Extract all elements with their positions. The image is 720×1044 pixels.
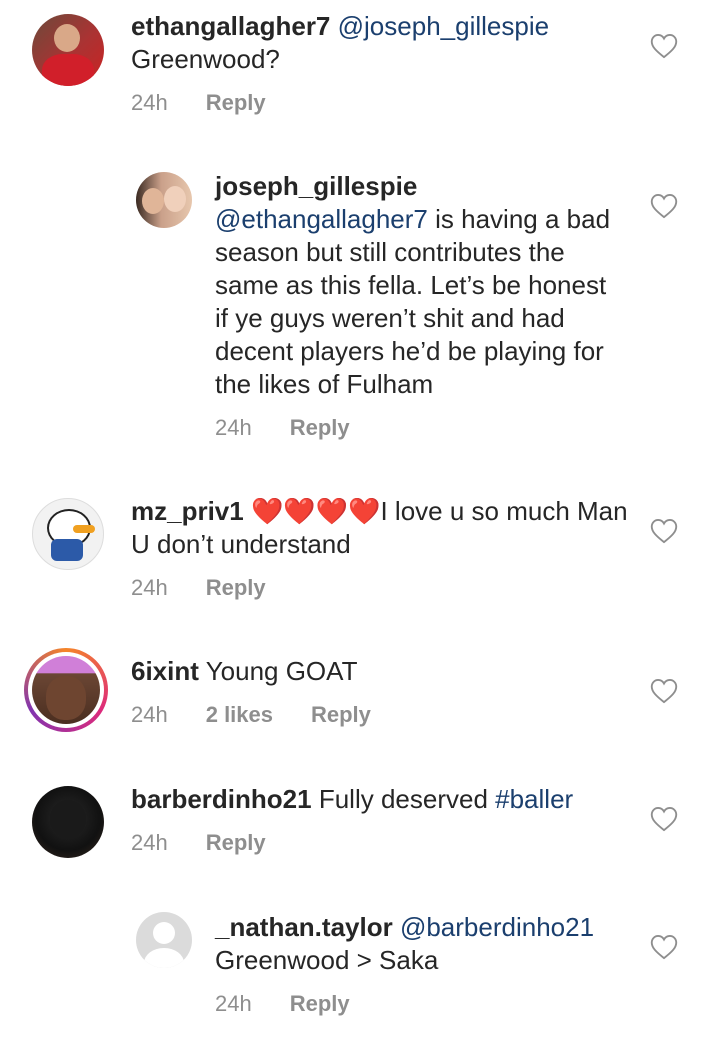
mention-link[interactable]: @joseph_gillespie [338,11,549,41]
comment-time: 24h [215,415,252,440]
comment-time: 24h [131,830,168,855]
comment-username[interactable]: joseph_gillespie [215,171,417,201]
comment-meta: 24h Reply [131,575,304,601]
reply-button[interactable]: Reply [206,830,266,856]
comment-meta: 24h Reply [215,991,388,1017]
heart-outline-icon[interactable] [650,193,678,219]
mention-link[interactable]: @ethangallagher7 [215,204,428,234]
heart-outline-icon[interactable] [650,518,678,544]
comment-username[interactable]: mz_priv1 [131,496,244,526]
reply-button[interactable]: Reply [206,90,266,116]
comment-text: joseph_gillespie @ethangallagher7 is hav… [215,170,615,401]
reply-button[interactable]: Reply [311,702,371,728]
reply-button[interactable]: Reply [290,991,350,1017]
comment-text: 6ixint Young GOAT [131,655,631,688]
comment-meta: 24h 2 likes Reply [131,702,409,728]
hashtag-link[interactable]: #baller [495,784,573,814]
comment-time: 24h [131,90,168,115]
default-avatar-icon[interactable] [136,912,192,968]
story-ring-avatar[interactable] [24,648,108,732]
comment-body: Greenwood? [131,44,280,74]
comment-username[interactable]: barberdinho21 [131,784,312,814]
comment-time: 24h [131,575,168,600]
comment-username[interactable]: ethangallagher7 [131,11,330,41]
comment-text: ethangallagher7 @joseph_gillespie Greenw… [131,10,651,76]
avatar[interactable] [32,14,104,86]
avatar[interactable] [32,498,104,570]
avatar[interactable] [32,786,104,858]
heart-outline-icon[interactable] [650,678,678,704]
heart-outline-icon[interactable] [650,806,678,832]
mention-link[interactable]: @barberdinho21 [400,912,594,942]
avatar[interactable] [136,172,192,228]
comment-text: mz_priv1 ❤️❤️❤️❤️I love u so much Man U … [131,495,631,561]
heart-emojis: ❤️❤️❤️❤️ [250,496,381,526]
comment-time: 24h [215,991,252,1016]
comment-body: Greenwood > Saka [215,945,439,975]
comment-body: Young GOAT [205,656,358,686]
comment-body: Fully deserved [318,784,488,814]
comment-meta: 24h Reply [131,90,304,116]
heart-outline-icon[interactable] [650,33,678,59]
heart-outline-icon[interactable] [650,934,678,960]
reply-button[interactable]: Reply [290,415,350,441]
reply-button[interactable]: Reply [206,575,266,601]
comment-text: _nathan.taylor @barberdinho21 Greenwood … [215,911,635,977]
comment-username[interactable]: 6ixint [131,656,199,686]
comment-username[interactable]: _nathan.taylor [215,912,393,942]
comment-meta: 24h Reply [215,415,388,441]
comment-time: 24h [131,702,168,727]
likes-count[interactable]: 2 likes [206,702,273,728]
comment-meta: 24h Reply [131,830,304,856]
comment-text: barberdinho21 Fully deserved #baller [131,783,631,816]
